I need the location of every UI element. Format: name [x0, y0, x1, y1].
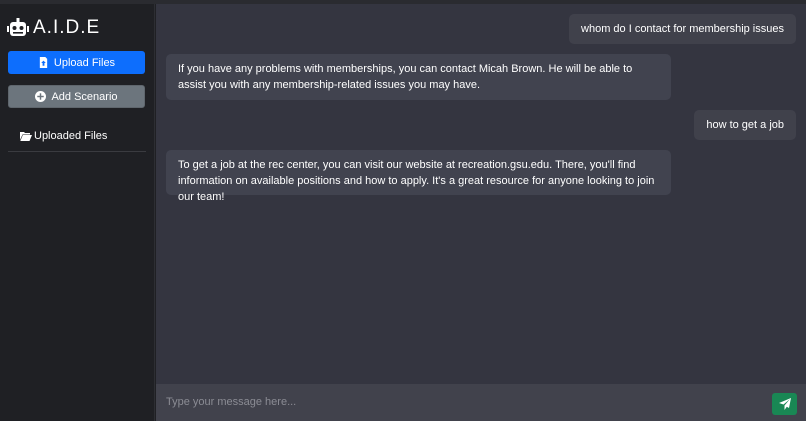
uploaded-files-label: Uploaded Files: [34, 130, 108, 142]
sidebar: A.I.D.E Upload Files Add Scenario Upload…: [0, 4, 155, 421]
chat-panel: whom do I contact for membership issues …: [156, 4, 806, 384]
upload-files-label: Upload Files: [53, 56, 116, 69]
app-root: A.I.D.E Upload Files Add Scenario Upload…: [0, 0, 806, 421]
paper-plane-icon: [778, 398, 791, 410]
bot-message: If you have any problems with membership…: [166, 54, 671, 100]
bot-message: To get a job at the rec center, you can …: [166, 150, 671, 203]
composer: [156, 384, 806, 421]
brand: A.I.D.E: [7, 14, 100, 42]
robot-icon: [7, 18, 29, 36]
uploaded-files-link[interactable]: Uploaded Files: [20, 128, 107, 144]
message-input[interactable]: [166, 392, 766, 412]
send-button[interactable]: [772, 393, 797, 415]
add-scenario-label: Add Scenario: [51, 90, 118, 103]
user-message: how to get a job: [694, 110, 796, 140]
user-message: whom do I contact for membership issues: [569, 14, 796, 44]
upload-files-button[interactable]: Upload Files: [8, 51, 145, 74]
sidebar-divider: [8, 151, 146, 152]
file-upload-icon: [39, 57, 48, 68]
app-title: A.I.D.E: [33, 17, 101, 38]
folder-open-icon: [20, 132, 32, 141]
add-scenario-button[interactable]: Add Scenario: [8, 85, 145, 108]
plus-circle-icon: [35, 91, 47, 102]
